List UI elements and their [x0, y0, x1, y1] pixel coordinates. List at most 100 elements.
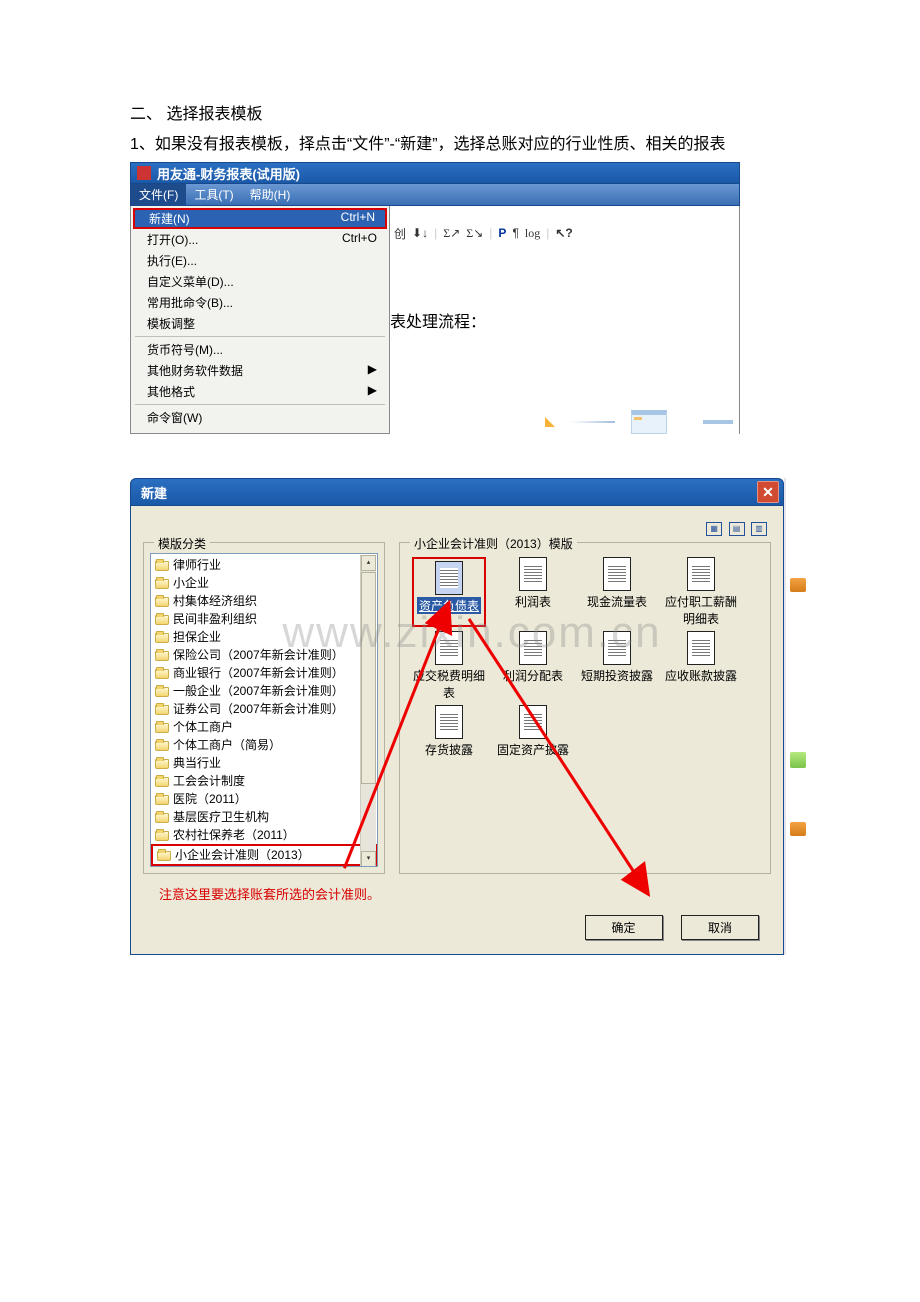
- menu-new-label: 新建(N): [149, 210, 190, 227]
- menu-tools[interactable]: 工具(T): [186, 184, 241, 205]
- template-label: 利润分配表: [503, 667, 563, 684]
- report-icon: [687, 631, 715, 665]
- decoration-icon: [790, 752, 806, 768]
- scroll-thumb[interactable]: [361, 572, 376, 784]
- toolbar-p-icon[interactable]: P: [498, 226, 506, 240]
- screenshot-file-menu: 用友通-财务报表(试用版) 文件(F) 工具(T) 帮助(H) 新建(N) Ct…: [130, 162, 740, 434]
- decoration-icon: [790, 822, 806, 836]
- screenshot-new-dialog: 新建 ✕ ▦ ▤ ▥ 模版分类 律师行业 小企业 村集体经济组织 民间非盈利组织…: [130, 478, 786, 955]
- folder-icon: [155, 741, 169, 751]
- menu-other-format[interactable]: 其他格式▶: [131, 381, 389, 402]
- list-item[interactable]: 典当行业: [151, 754, 377, 772]
- flow-icons: [545, 410, 733, 434]
- template-item-selected[interactable]: 资产负债表: [412, 557, 486, 627]
- folder-icon: [155, 633, 169, 643]
- menu-template-adjust[interactable]: 模板调整: [131, 313, 389, 334]
- menu-currency[interactable]: 货币符号(M)...: [131, 339, 389, 360]
- folder-icon: [155, 795, 169, 805]
- folder-icon: [155, 813, 169, 823]
- category-legend: 模版分类: [154, 535, 210, 552]
- list-item[interactable]: 民间非盈利组织: [151, 610, 377, 628]
- close-button[interactable]: ✕: [757, 481, 779, 503]
- app-icon: [137, 166, 151, 180]
- template-item[interactable]: 现金流量表: [580, 557, 654, 627]
- list-item-selected[interactable]: 小企业会计准则（2013）: [151, 844, 377, 866]
- menu-help[interactable]: 帮助(H): [242, 184, 299, 205]
- folder-icon: [155, 831, 169, 841]
- list-item[interactable]: 村集体经济组织: [151, 592, 377, 610]
- folder-icon: [155, 759, 169, 769]
- menu-open[interactable]: 打开(O)... Ctrl+O: [131, 229, 389, 250]
- menu-open-shortcut: Ctrl+O: [342, 231, 377, 248]
- folder-icon: [155, 687, 169, 697]
- menu-run[interactable]: 执行(E)...: [131, 250, 389, 271]
- report-icon: [687, 557, 715, 591]
- toolbar-partial: 创 ⬇↓ | Σ↗ Σ↘ | P ¶ log | ↖?: [390, 222, 739, 244]
- folder-icon: [155, 669, 169, 679]
- dialog-title: 新建: [141, 483, 167, 502]
- scroll-up-icon[interactable]: ▴: [361, 555, 376, 571]
- folder-icon: [155, 651, 169, 661]
- menu-other-finance[interactable]: 其他财务软件数据▶: [131, 360, 389, 381]
- template-item[interactable]: 存货披露: [412, 705, 486, 758]
- dialog-body: ▦ ▤ ▥ 模版分类 律师行业 小企业 村集体经济组织 民间非盈利组织 担保企业…: [130, 506, 784, 955]
- template-item[interactable]: 应交税费明细表: [412, 631, 486, 701]
- list-item[interactable]: 商业银行（2007年新会计准则）: [151, 664, 377, 682]
- list-item[interactable]: 基层医疗卫生机构: [151, 808, 377, 826]
- list-item[interactable]: 农村社保养老（2011）: [151, 826, 377, 844]
- list-item[interactable]: 医院（2011）: [151, 790, 377, 808]
- folder-icon: [155, 777, 169, 787]
- folder-icon: [155, 561, 169, 571]
- menu-open-label: 打开(O)...: [147, 231, 198, 248]
- cancel-button[interactable]: 取消: [681, 915, 759, 940]
- template-item[interactable]: 应付职工薪酬明细表: [664, 557, 738, 627]
- list-item[interactable]: 个体工商户（简易）: [151, 736, 377, 754]
- template-label: 应交税费明细表: [412, 667, 486, 701]
- report-icon: [519, 631, 547, 665]
- view-detail-icon[interactable]: ▥: [751, 522, 767, 536]
- list-item[interactable]: 保险公司（2007年新会计准则）: [151, 646, 377, 664]
- list-item[interactable]: 个体工商户: [151, 718, 377, 736]
- template-item[interactable]: 利润分配表: [496, 631, 570, 701]
- window-titlebar: 用友通-财务报表(试用版): [130, 162, 740, 184]
- flow-label: 表处理流程：: [390, 308, 486, 332]
- toolbar-icon[interactable]: ¶: [512, 226, 518, 240]
- ok-button[interactable]: 确定: [585, 915, 663, 940]
- template-label: 存货披露: [425, 741, 473, 758]
- template-item[interactable]: 固定资产披露: [496, 705, 570, 758]
- list-item[interactable]: 工会会计制度: [151, 772, 377, 790]
- list-item[interactable]: 担保企业: [151, 628, 377, 646]
- menu-file[interactable]: 文件(F): [131, 184, 186, 205]
- toolbar-icon[interactable]: Σ↘: [466, 226, 483, 241]
- view-large-icon[interactable]: ▦: [706, 522, 722, 536]
- menu-new[interactable]: 新建(N) Ctrl+N: [133, 208, 387, 229]
- template-item[interactable]: 短期投资披露: [580, 631, 654, 701]
- section-heading: 二、 选择报表模板: [130, 100, 920, 124]
- toolbar-icon[interactable]: Σ↗: [443, 226, 460, 241]
- toolbar-icon[interactable]: ⬇↓: [412, 226, 428, 241]
- list-item[interactable]: 小企业: [151, 574, 377, 592]
- toolbar-help-icon[interactable]: ↖?: [555, 226, 572, 240]
- template-item[interactable]: 利润表: [496, 557, 570, 627]
- scroll-down-icon[interactable]: ▾: [361, 851, 376, 867]
- list-item[interactable]: 一般企业（2007年新会计准则）: [151, 682, 377, 700]
- file-dropdown: 新建(N) Ctrl+N 打开(O)... Ctrl+O 执行(E)... 自定…: [130, 206, 390, 434]
- menu-cmd-window[interactable]: 命令窗(W): [131, 407, 389, 428]
- template-item[interactable]: 应收账款披露: [664, 631, 738, 701]
- category-fieldset: 模版分类 律师行业 小企业 村集体经济组织 民间非盈利组织 担保企业 保险公司（…: [143, 542, 385, 874]
- template-label: 利润表: [515, 593, 551, 610]
- dialog-titlebar: 新建 ✕: [130, 478, 784, 506]
- template-label: 应付职工薪酬明细表: [664, 593, 738, 627]
- list-item[interactable]: 证券公司（2007年新会计准则）: [151, 700, 377, 718]
- window-title: 用友通-财务报表(试用版): [157, 164, 300, 183]
- list-item[interactable]: 律师行业: [151, 556, 377, 574]
- instruction-line: 1、如果没有报表模板，择点击“文件”-“新建”，选择总账对应的行业性质、相关的报…: [130, 130, 920, 154]
- template-label: 应收账款披露: [665, 667, 737, 684]
- view-list-icon[interactable]: ▤: [729, 522, 745, 536]
- menu-custom[interactable]: 自定义菜单(D)...: [131, 271, 389, 292]
- toolbar-icon[interactable]: 创: [394, 225, 406, 242]
- menu-batch[interactable]: 常用批命令(B)...: [131, 292, 389, 313]
- scrollbar[interactable]: ▴ ▾: [360, 555, 376, 867]
- category-list[interactable]: 律师行业 小企业 村集体经济组织 民间非盈利组织 担保企业 保险公司（2007年…: [150, 553, 378, 867]
- toolbar-log-icon[interactable]: log: [525, 226, 540, 241]
